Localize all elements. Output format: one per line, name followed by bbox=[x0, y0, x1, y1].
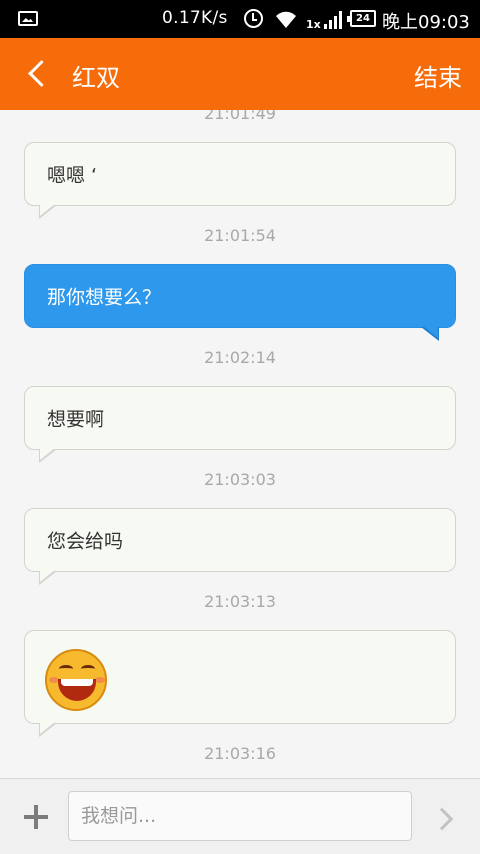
signal-label: 1x bbox=[306, 18, 321, 31]
back-chevron-icon[interactable] bbox=[22, 58, 52, 90]
chat-list[interactable]: 21:01:49 嗯嗯 ‘ 21:01:54 那你想要么？ 21:02:14 想… bbox=[0, 110, 480, 778]
laughing-emoji-icon bbox=[45, 649, 107, 711]
plus-icon[interactable] bbox=[24, 805, 48, 829]
incoming-message[interactable]: 您会给吗 bbox=[24, 508, 456, 585]
header-bar: 红双 结束 bbox=[0, 38, 480, 110]
message-text: 嗯嗯 ‘ bbox=[47, 164, 98, 187]
page-title: 红双 bbox=[72, 64, 120, 92]
incoming-emoji-message[interactable] bbox=[24, 630, 456, 737]
message-timestamp: 21:03:16 bbox=[204, 744, 276, 763]
send-chevron-icon[interactable] bbox=[432, 805, 458, 831]
wifi-icon bbox=[276, 11, 296, 29]
battery-level: 24 bbox=[356, 13, 370, 24]
status-bar: 0.17K/s 1x 24 晚上09:03 bbox=[0, 0, 480, 38]
message-timestamp: 21:01:54 bbox=[204, 226, 276, 245]
message-text: 想要啊 bbox=[47, 408, 105, 431]
incoming-message[interactable]: 嗯嗯 ‘ bbox=[24, 142, 456, 219]
incoming-message[interactable]: 想要啊 bbox=[24, 386, 456, 463]
message-timestamp: 21:03:03 bbox=[204, 470, 276, 489]
alarm-icon bbox=[244, 9, 263, 28]
end-chat-button[interactable]: 结束 bbox=[414, 58, 462, 93]
message-input[interactable] bbox=[68, 791, 412, 841]
message-text: 您会给吗 bbox=[47, 530, 124, 553]
message-timestamp: 21:03:13 bbox=[204, 592, 276, 611]
message-text: 那你想要么？ bbox=[47, 286, 162, 309]
outgoing-message[interactable]: 那你想要么？ bbox=[24, 264, 456, 341]
network-speed: 0.17K/s bbox=[162, 8, 228, 28]
battery-icon: 24 bbox=[347, 10, 376, 27]
message-timestamp: 21:02:14 bbox=[204, 348, 276, 367]
signal-icon: 1x bbox=[306, 9, 342, 31]
image-icon bbox=[18, 11, 38, 26]
message-timestamp: 21:01:49 bbox=[204, 110, 276, 123]
input-bar bbox=[0, 778, 480, 854]
status-time: 晚上09:03 bbox=[382, 12, 470, 33]
